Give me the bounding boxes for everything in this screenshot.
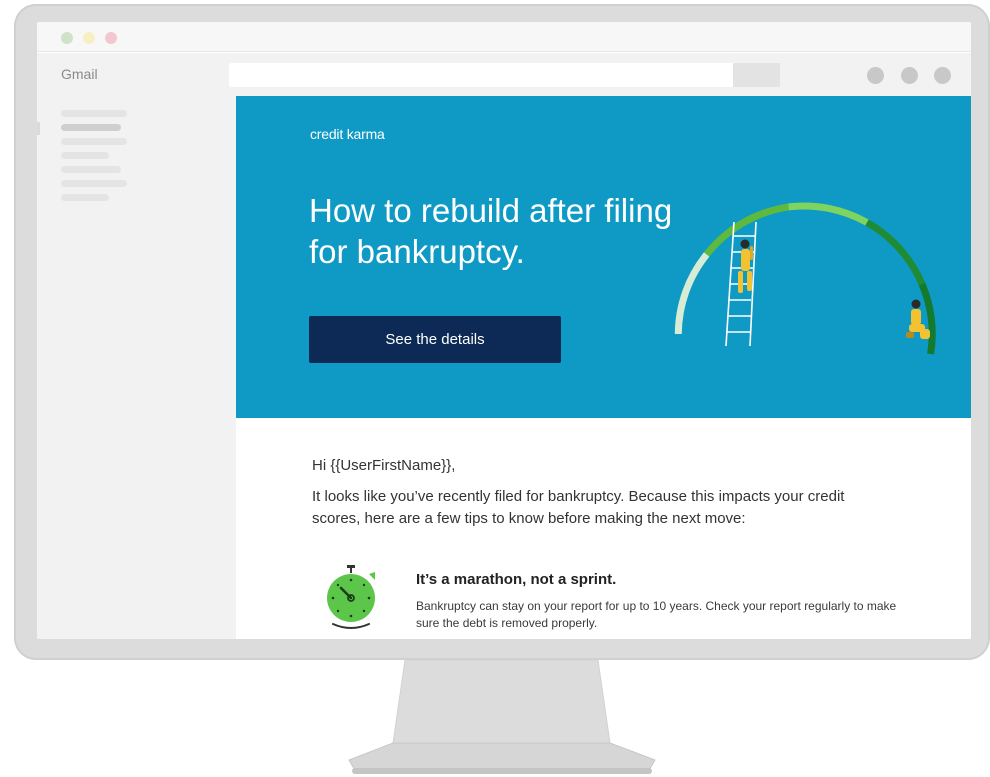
window-titlebar [37,22,971,52]
screen: Gmail credit karma How to rebuild after … [37,22,971,639]
search-button[interactable] [733,63,780,87]
sidebar-item[interactable] [61,180,127,187]
email-body: credit karma How to rebuild after filing… [236,96,971,639]
apps-icon[interactable] [867,67,884,84]
sidebar-item[interactable] [61,138,127,145]
sidebar-active-marker [37,122,40,135]
sidebar-item[interactable] [61,110,127,117]
window-maximize-button[interactable] [61,32,73,44]
window-close-button[interactable] [105,32,117,44]
sidebar-item[interactable] [61,194,109,201]
climbing-person-icon [738,239,753,293]
credit-score-gauge-illustration [674,202,936,355]
stopwatch-icon [327,565,375,629]
tip-body: Bankruptcy can stay on your report for u… [416,599,897,630]
account-avatar[interactable] [934,67,951,84]
app-name: Gmail [61,66,98,82]
sidebar-item[interactable] [61,152,109,159]
email-hero: credit karma How to rebuild after filing… [236,96,971,418]
sidebar [37,96,236,639]
window-minimize-button[interactable] [83,32,95,44]
tip-title: It’s a marathon, not a sprint. [416,571,617,588]
email-intro: It looks like you’ve recently filed for … [312,488,845,527]
search-input[interactable] [229,63,734,87]
sidebar-item[interactable] [61,166,121,173]
app-toolbar: Gmail [37,53,971,96]
notifications-icon[interactable] [901,67,918,84]
sidebar-item-active[interactable] [61,124,121,131]
email-greeting: Hi {{UserFirstName}}, [312,457,456,474]
